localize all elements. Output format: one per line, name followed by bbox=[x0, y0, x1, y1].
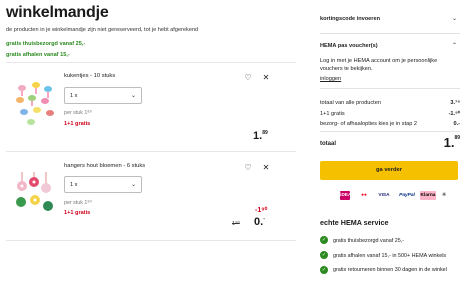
total-price: 1.89 bbox=[443, 135, 460, 150]
voucher-text: Log in met je HEMA account om je persoon… bbox=[320, 58, 438, 72]
klarna-icon: Klarna bbox=[420, 191, 436, 200]
close-icon[interactable]: ✕ bbox=[261, 73, 271, 83]
quantity-value: 1 x bbox=[70, 93, 78, 99]
product-image-hangers[interactable] bbox=[12, 170, 58, 220]
divider bbox=[6, 62, 296, 63]
total-label: totaal bbox=[320, 141, 337, 147]
summary-label: bezorg- of afhaalopties kies je in stap … bbox=[320, 121, 418, 127]
login-link[interactable]: inloggen bbox=[320, 76, 341, 82]
continue-button[interactable]: ga verder bbox=[320, 161, 458, 180]
quantity-select[interactable]: 1 x ⌄ bbox=[64, 176, 142, 193]
page-subtitle: de producten in je winkelmandje zijn nie… bbox=[6, 27, 199, 33]
visa-icon: VISA bbox=[378, 193, 390, 198]
divider bbox=[320, 88, 460, 89]
page-title: winkelmandje bbox=[6, 4, 109, 21]
divider bbox=[320, 131, 460, 132]
heart-icon[interactable]: ♡ bbox=[243, 73, 253, 83]
chevron-down-icon: ⌄ bbox=[130, 182, 136, 188]
summary-label: totaal van alle producten bbox=[320, 100, 381, 106]
ideal-icon: iDEAL bbox=[340, 191, 355, 200]
check-icon: ✓ bbox=[320, 251, 328, 259]
summary-value: -1.⁹⁰ bbox=[448, 111, 460, 117]
divider bbox=[6, 151, 296, 152]
divider bbox=[320, 33, 460, 34]
mastercard-icon: ●● bbox=[361, 193, 367, 198]
quantity-select[interactable]: 1 x ⌄ bbox=[64, 87, 142, 104]
coupon-toggle[interactable]: kortingscode invoeren bbox=[320, 16, 380, 22]
item-price: 0.- bbox=[254, 216, 265, 228]
unit-price: per stuk 1⁹⁰ bbox=[64, 200, 92, 206]
product-name[interactable]: kukentjes - 10 stuks bbox=[64, 73, 115, 79]
item-price: 1.89 bbox=[253, 130, 268, 142]
voucher-toggle[interactable]: HEMA pas voucher(s) bbox=[320, 43, 378, 49]
product-name[interactable]: hangers hout bloemen - 6 stuks bbox=[64, 163, 145, 169]
chevron-down-icon[interactable]: ⌄ bbox=[452, 15, 457, 22]
check-icon: ✓ bbox=[320, 266, 328, 274]
close-icon[interactable]: ✕ bbox=[261, 163, 271, 173]
unit-price: per stuk 1⁸⁹ bbox=[64, 110, 92, 116]
chevron-down-icon: ⌄ bbox=[130, 93, 136, 99]
paypal-icon: PayPal bbox=[399, 193, 415, 198]
promo-label: 1+1 gratis bbox=[64, 210, 91, 216]
product-image-kukentjes[interactable] bbox=[12, 78, 58, 128]
discount-amount: -1⁹⁰ bbox=[255, 207, 268, 214]
promo-delivery: gratis thuisbezorgd vanaf 25,- bbox=[6, 41, 86, 47]
summary-value: 0.- bbox=[453, 121, 460, 127]
old-price: 1⁹⁰ bbox=[232, 221, 240, 227]
check-icon: ✓ bbox=[320, 236, 328, 244]
chevron-up-icon[interactable]: ⌃ bbox=[452, 42, 457, 49]
quantity-value: 1 x bbox=[70, 182, 78, 188]
more-payments-icon: ✳ bbox=[441, 193, 447, 198]
divider bbox=[6, 240, 296, 241]
summary-label: 1+1 gratis bbox=[320, 111, 345, 117]
service-item: gratis thuisbezorgd vanaf 25,- bbox=[333, 238, 405, 244]
promo-label: 1+1 gratis bbox=[64, 121, 91, 127]
service-title: echte HEMA service bbox=[320, 218, 389, 227]
summary-value: 3.⁷⁹ bbox=[450, 100, 460, 106]
promo-pickup: gratis afhalen vanaf 15,- bbox=[6, 52, 70, 58]
service-item: gratis retourneren binnen 30 dagen in de… bbox=[333, 267, 447, 273]
heart-icon[interactable]: ♡ bbox=[243, 163, 253, 173]
service-item: gratis afhalen vanaf 15,- in 500+ HEMA w… bbox=[333, 253, 447, 259]
